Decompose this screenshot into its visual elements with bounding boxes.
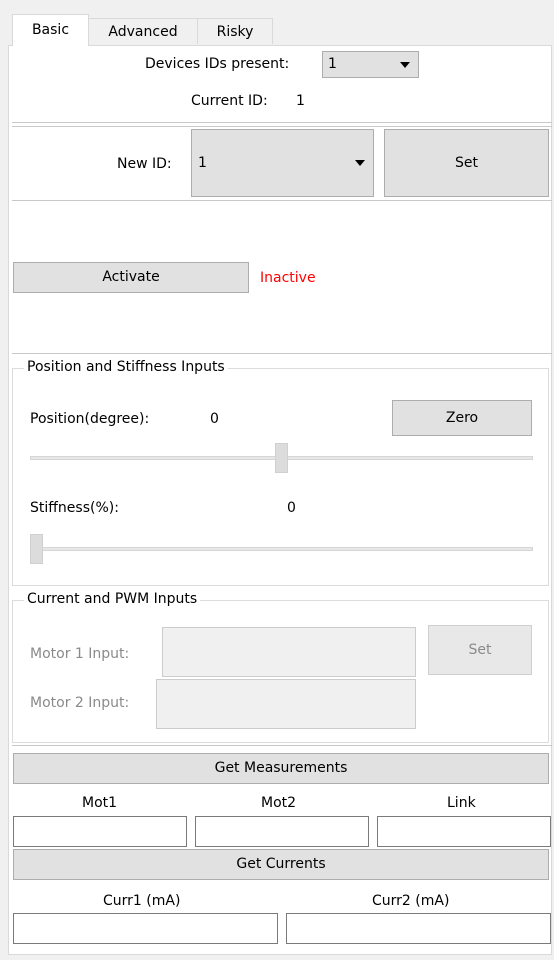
set-id-button-label: Set	[455, 155, 478, 171]
position-slider-handle[interactable]	[275, 443, 288, 473]
new-id-label: New ID:	[117, 156, 172, 172]
tab-risky[interactable]: Risky	[197, 18, 273, 44]
mot2-header: Mot2	[261, 795, 297, 811]
current-pwm-group-title: Current and PWM Inputs	[24, 591, 201, 607]
stiffness-value: 0	[287, 500, 296, 516]
new-id-value: 1	[198, 155, 207, 171]
position-stiffness-group-title: Position and Stiffness Inputs	[24, 359, 228, 375]
devices-present-combo[interactable]: 1	[322, 51, 419, 78]
curr2-header: Curr2 (mA)	[372, 893, 450, 909]
tab-basic-label: Basic	[31, 22, 70, 38]
motor1-input-label: Motor 1 Input:	[30, 646, 130, 662]
set-id-button[interactable]: Set	[384, 129, 549, 197]
activate-button-label: Activate	[102, 269, 160, 285]
separator	[12, 200, 552, 201]
devices-present-label: Devices IDs present:	[145, 56, 290, 72]
zero-button-label: Zero	[445, 410, 479, 426]
motor1-input-field	[162, 627, 416, 677]
tab-risky-label: Risky	[216, 24, 254, 40]
separator	[12, 353, 552, 354]
curr1-field[interactable]	[13, 913, 278, 944]
get-measurements-button[interactable]: Get Measurements	[13, 753, 549, 784]
current-id-value: 1	[296, 93, 305, 109]
position-label: Position(degree):	[30, 411, 150, 427]
curr2-field[interactable]	[286, 913, 551, 944]
link-field[interactable]	[377, 816, 551, 847]
activate-button[interactable]: Activate	[13, 262, 249, 293]
chevron-down-icon	[400, 61, 410, 68]
motor2-input-label: Motor 2 Input:	[30, 695, 130, 711]
separator	[12, 126, 552, 127]
position-value: 0	[210, 411, 219, 427]
tab-basic[interactable]: Basic	[12, 14, 89, 46]
devices-present-value: 1	[328, 56, 337, 72]
separator	[12, 745, 552, 746]
stiffness-slider-track[interactable]	[30, 547, 533, 551]
motor2-input-field	[156, 679, 416, 729]
mot1-header: Mot1	[82, 795, 118, 811]
get-currents-button-label: Get Currents	[236, 856, 326, 872]
mot2-field[interactable]	[195, 816, 369, 847]
get-measurements-button-label: Get Measurements	[214, 760, 348, 776]
chevron-down-icon	[355, 160, 365, 166]
tab-advanced[interactable]: Advanced	[88, 18, 198, 44]
curr1-header: Curr1 (mA)	[103, 893, 181, 909]
mot1-field[interactable]	[13, 816, 187, 847]
link-header: Link	[447, 795, 476, 811]
pwm-set-button-label: Set	[468, 642, 492, 658]
current-id-label: Current ID:	[191, 93, 268, 109]
zero-button[interactable]: Zero	[392, 400, 532, 436]
tab-advanced-label: Advanced	[108, 24, 178, 40]
get-currents-button[interactable]: Get Currents	[13, 849, 549, 880]
separator	[12, 122, 552, 123]
stiffness-label: Stiffness(%):	[30, 500, 119, 516]
activation-status: Inactive	[260, 270, 316, 286]
pwm-set-button: Set	[428, 625, 532, 675]
new-id-combo[interactable]: 1	[191, 129, 374, 197]
stiffness-slider-handle[interactable]	[30, 534, 43, 564]
